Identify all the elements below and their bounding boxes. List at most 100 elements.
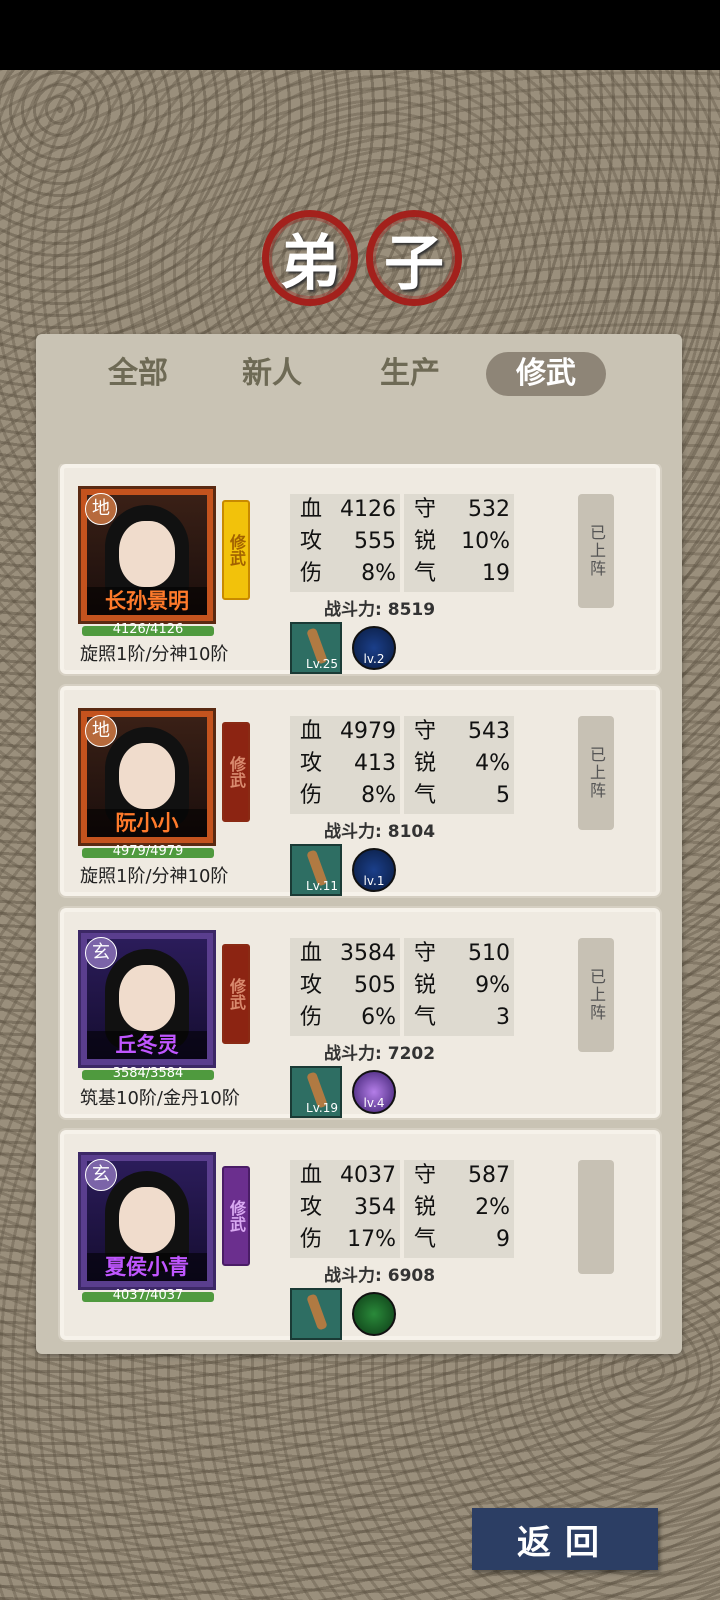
tab-new[interactable]: 新人 [242, 352, 302, 396]
role-tag: 修武 [222, 500, 250, 600]
combat-power: 战斗力: 6908 [324, 1261, 435, 1286]
stat-qi: 19 [482, 561, 510, 586]
tab-bar: 全部 新人 生产 修武 [36, 334, 682, 404]
weapon-slot[interactable]: Lv.25 [290, 622, 342, 674]
grade-badge: 玄 [85, 937, 117, 969]
combat-power: 战斗力: 8104 [324, 817, 435, 842]
realm-text: 旋照1阶/分神10阶 [80, 644, 229, 665]
skill-slot[interactable]: lv.1 [352, 848, 396, 892]
disciple-name: 丘冬灵 [87, 1031, 207, 1059]
staff-icon [306, 1293, 328, 1331]
power-value: 8104 [387, 822, 436, 842]
stat-label-defense: 守 [414, 497, 437, 522]
stat-defense: 543 [468, 719, 510, 744]
back-button[interactable]: 返回 [472, 1508, 658, 1570]
avatar[interactable]: 地 阮小小 [78, 708, 216, 846]
power-label: 战斗力: [324, 822, 382, 842]
stat-damage: 8% [361, 783, 396, 808]
weapon-slot[interactable]: Lv.11 [290, 844, 342, 896]
stat-qi: 5 [496, 783, 510, 808]
stat-label-blood: 血 [300, 497, 323, 522]
stats-table: 血 4126 攻 555 伤 8% 守 532 锐 10% 气 19 [290, 494, 514, 592]
weapon-slot[interactable]: Lv.19 [290, 1066, 342, 1118]
stat-label-sharp: 锐 [414, 1195, 437, 1220]
stat-attack: 413 [354, 751, 396, 776]
stat-label-blood: 血 [300, 1163, 323, 1188]
tab-production[interactable]: 生产 [380, 352, 440, 396]
skill-level: lv.2 [363, 652, 385, 666]
stat-label-damage: 伤 [300, 1227, 323, 1252]
stat-blood: 3584 [340, 941, 396, 966]
role-tag: 修武 [222, 1166, 250, 1266]
combat-power: 战斗力: 7202 [324, 1039, 435, 1064]
disciple-card[interactable]: 地 阮小小 4979/4979 旋照1阶/分神10阶 修武 血 4979 攻 413… [58, 684, 662, 898]
stat-label-qi: 气 [414, 783, 437, 808]
stat-label-defense: 守 [414, 941, 437, 966]
stat-sharp: 9% [475, 973, 510, 998]
disciple-name: 阮小小 [87, 809, 207, 837]
stat-label-attack: 攻 [300, 751, 323, 776]
weapon-slot[interactable] [290, 1288, 342, 1340]
grade-badge: 地 [85, 715, 117, 747]
disciple-name: 夏侯小青 [87, 1253, 207, 1281]
stats-table: 血 4979 攻 413 伤 8% 守 543 锐 4% 气 5 [290, 716, 514, 814]
avatar[interactable]: 玄 夏侯小青 [78, 1152, 216, 1290]
stats-table: 血 4037 攻 354 伤 17% 守 587 锐 2% 气 9 [290, 1160, 514, 1258]
stat-defense: 532 [468, 497, 510, 522]
tab-all[interactable]: 全部 [108, 352, 168, 396]
stat-sharp: 4% [475, 751, 510, 776]
combat-power: 战斗力: 8519 [324, 595, 435, 620]
disciple-list[interactable]: 地 长孙景明 4126/4126 旋照1阶/分神10阶 修武 血 4126 攻 55… [58, 464, 662, 1344]
stat-damage: 8% [361, 561, 396, 586]
grade-badge: 玄 [85, 1159, 117, 1191]
power-value: 7202 [387, 1044, 436, 1064]
stat-label-sharp: 锐 [414, 973, 437, 998]
stat-damage: 17% [347, 1227, 396, 1252]
disciple-panel: 全部 新人 生产 修武 地 长孙景明 4126/4126 旋照1阶/分神10阶 … [36, 334, 682, 1354]
stat-label-qi: 气 [414, 561, 437, 586]
stat-attack: 354 [354, 1195, 396, 1220]
disciple-card[interactable]: 地 长孙景明 4126/4126 旋照1阶/分神10阶 修武 血 4126 攻 55… [58, 464, 662, 676]
tab-martial[interactable]: 修武 [486, 352, 606, 396]
stat-blood: 4979 [340, 719, 396, 744]
hp-text: 4126/4126 [112, 622, 184, 637]
stat-label-blood: 血 [300, 941, 323, 966]
deploy-button[interactable] [578, 1160, 614, 1274]
disciple-card[interactable]: 玄 丘冬灵 3584/3584 筑基10阶/金丹10阶 修武 血 3584 攻 50… [58, 906, 662, 1120]
realm-text: 筑基10阶/金丹10阶 [80, 1088, 240, 1109]
stat-label-damage: 伤 [300, 561, 323, 586]
skill-slot[interactable]: lv.2 [352, 626, 396, 670]
skill-slot[interactable] [352, 1292, 396, 1336]
avatar[interactable]: 地 长孙景明 [78, 486, 216, 624]
deploy-button[interactable]: 已上阵 [578, 716, 614, 830]
skill-slot[interactable]: lv.4 [352, 1070, 396, 1114]
stat-sharp: 2% [475, 1195, 510, 1220]
stat-label-qi: 气 [414, 1005, 437, 1030]
stat-attack: 555 [354, 529, 396, 554]
hp-text: 3584/3584 [112, 1066, 184, 1081]
role-tag: 修武 [222, 722, 250, 822]
stat-label-qi: 气 [414, 1227, 437, 1252]
stats-table: 血 3584 攻 505 伤 6% 守 510 锐 9% 气 3 [290, 938, 514, 1036]
stat-label-defense: 守 [414, 1163, 437, 1188]
disciple-card[interactable]: 玄 夏侯小青 4037/4037 修武 血 4037 攻 354 伤 17% 守 587… [58, 1128, 662, 1342]
stat-label-damage: 伤 [300, 783, 323, 808]
grade-badge: 地 [85, 493, 117, 525]
stat-damage: 6% [361, 1005, 396, 1030]
power-label: 战斗力: [324, 600, 382, 620]
stat-label-attack: 攻 [300, 1195, 323, 1220]
power-label: 战斗力: [324, 1266, 382, 1286]
stat-blood: 4126 [340, 497, 396, 522]
disciple-name: 长孙景明 [87, 587, 207, 615]
stat-sharp: 10% [461, 529, 510, 554]
hp-text: 4979/4979 [112, 844, 184, 859]
avatar[interactable]: 玄 丘冬灵 [78, 930, 216, 1068]
title-seal-1: 弟 [262, 210, 358, 306]
power-label: 战斗力: [324, 1044, 382, 1064]
deploy-button[interactable]: 已上阵 [578, 494, 614, 608]
weapon-level: Lv.19 [306, 1101, 338, 1115]
stat-qi: 9 [496, 1227, 510, 1252]
deploy-button[interactable]: 已上阵 [578, 938, 614, 1052]
weapon-level: Lv.25 [306, 657, 338, 671]
stat-label-sharp: 锐 [414, 529, 437, 554]
